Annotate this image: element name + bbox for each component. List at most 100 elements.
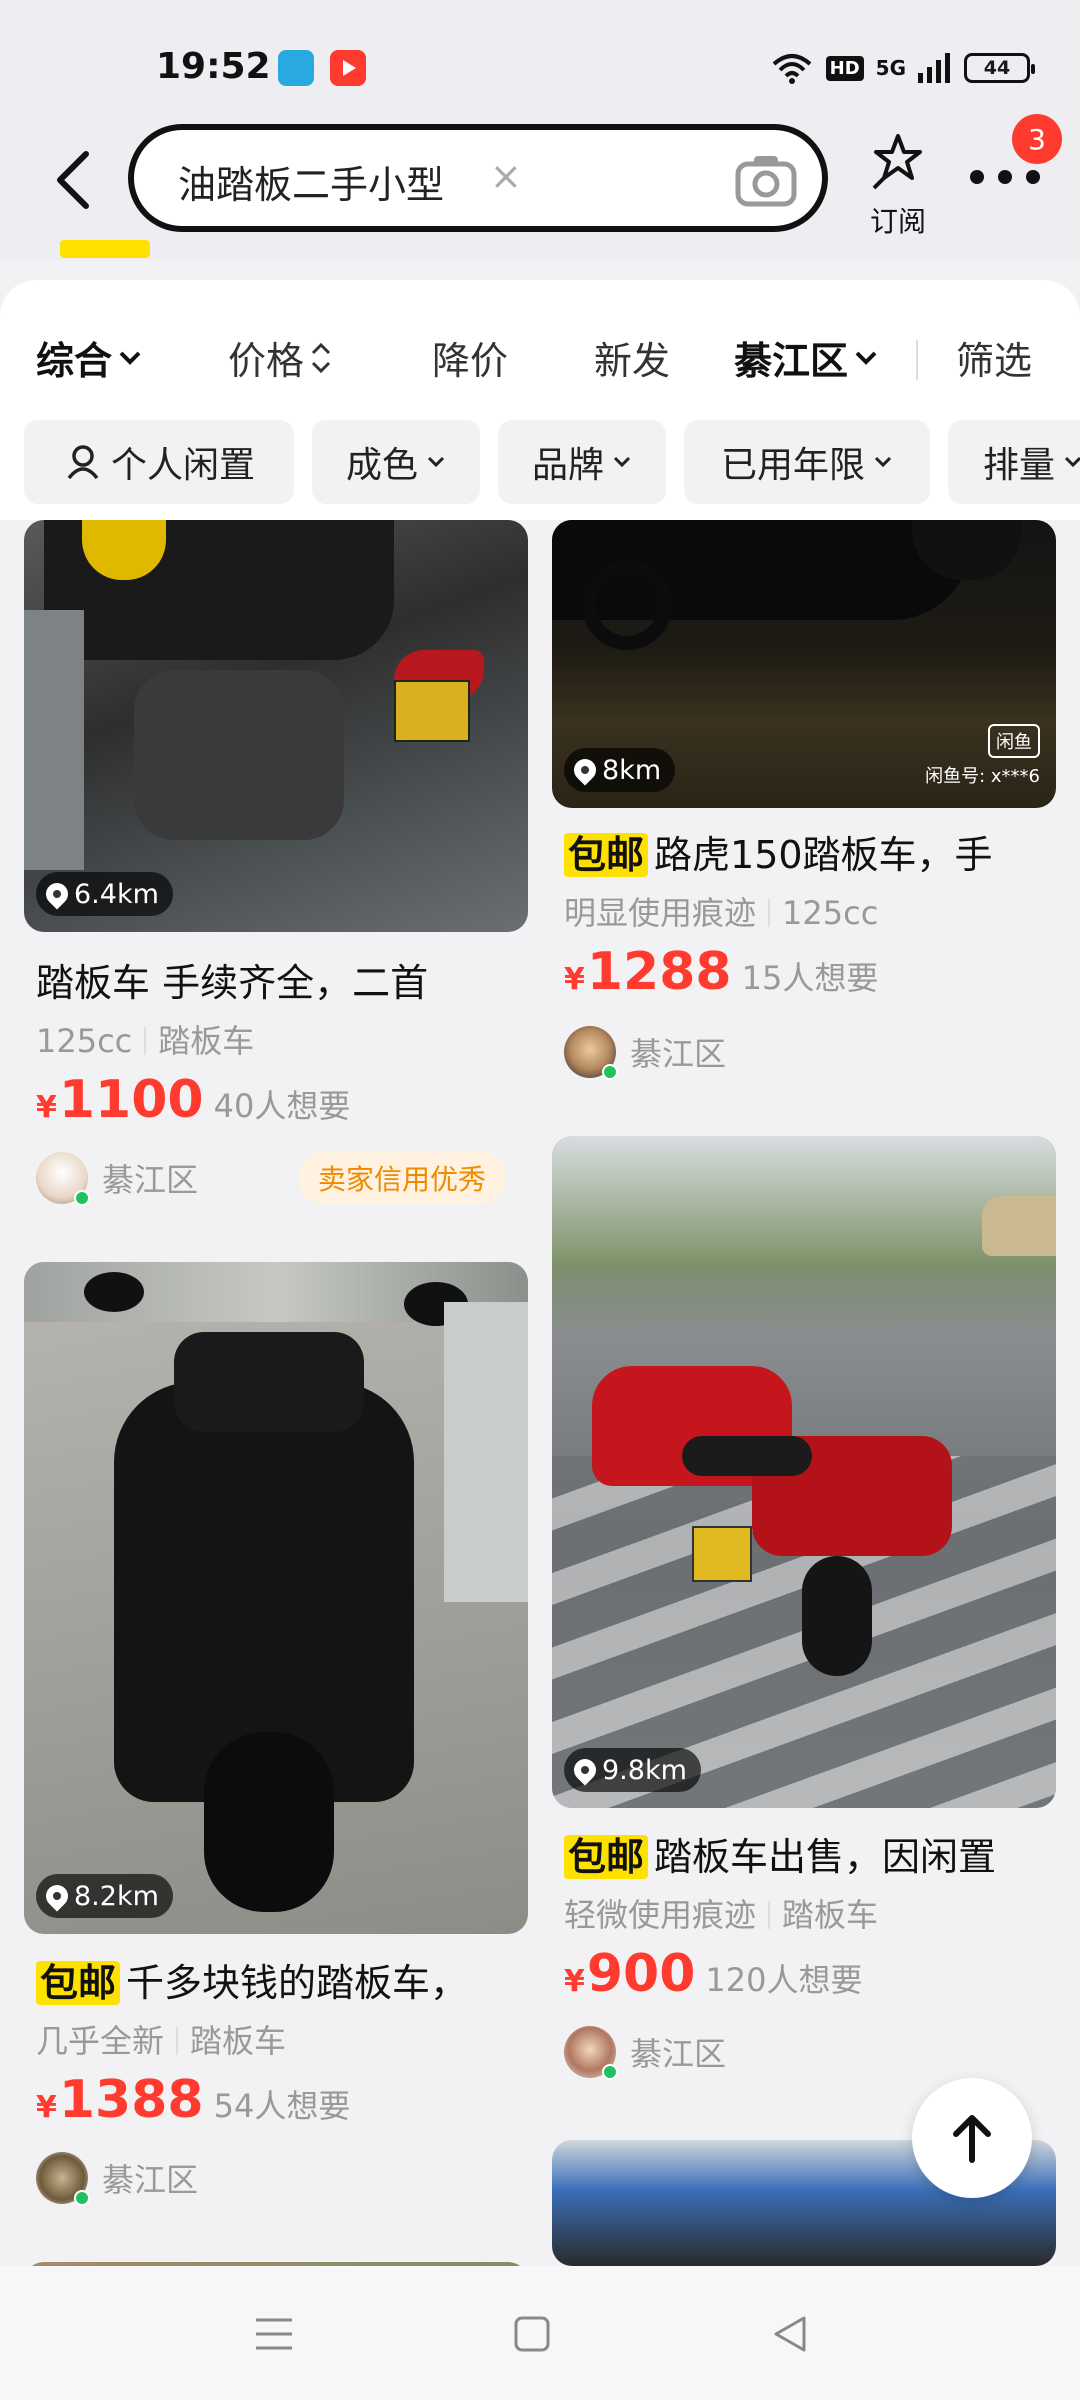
- filter-chips: 个人闲置 成色 品牌 已用年限 排量: [0, 420, 1080, 504]
- sort-tab-label: 新发: [594, 339, 671, 383]
- seller-info[interactable]: 綦江区: [36, 1150, 198, 1206]
- chevron-down-icon: [1064, 456, 1080, 468]
- sort-tab-label: 降价: [432, 339, 509, 383]
- clear-search-button[interactable]: ×: [490, 154, 522, 198]
- listing-card[interactable]: 8km 闲鱼 闲鱼号: x***6 包邮 路虎150踏板车，手 明显使用痕迹 125…: [552, 520, 1056, 1090]
- free-shipping-badge: 包邮: [564, 833, 649, 877]
- tag: 踏板车: [782, 1896, 879, 1934]
- signal-icon: [918, 53, 950, 83]
- price-value: 1388: [58, 2070, 204, 2130]
- filter-button[interactable]: 筛选: [956, 330, 1032, 385]
- listing-photo[interactable]: 6.4km: [24, 520, 528, 932]
- avatar[interactable]: [36, 1152, 90, 1206]
- chip-displacement[interactable]: 排量: [948, 420, 1080, 504]
- seller-info[interactable]: 綦江区: [564, 1024, 726, 1080]
- sort-tab-label: 综合: [36, 339, 113, 383]
- price-value: 1288: [586, 942, 732, 1002]
- sort-tab-price[interactable]: 价格: [228, 330, 332, 385]
- tag-separator: [768, 1901, 771, 1929]
- sort-updown-icon: [311, 342, 331, 373]
- chip-label: 品牌: [531, 445, 604, 486]
- location-pin-icon: [569, 1754, 601, 1786]
- avatar[interactable]: [564, 1026, 618, 1080]
- chip-brand[interactable]: 品牌: [498, 420, 666, 504]
- tag: 几乎全新: [36, 2022, 165, 2060]
- chip-condition[interactable]: 成色: [312, 420, 480, 504]
- chip-years-used[interactable]: 已用年限: [684, 420, 930, 504]
- distance-badge: 8.2km: [36, 1874, 173, 1918]
- subscribe-button[interactable]: 订阅: [862, 126, 934, 238]
- free-shipping-badge: 包邮: [564, 1835, 649, 1879]
- distance-text: 8.2km: [74, 1880, 159, 1912]
- chevron-down-icon: [855, 351, 877, 365]
- free-shipping-badge: 包邮: [36, 1961, 121, 2005]
- status-bar: 19:52 HD 5G 44: [0, 0, 1080, 120]
- chevron-down-icon: [427, 456, 445, 468]
- network-type: 5G: [875, 56, 906, 80]
- listing-price: ¥ 1288 15人想要: [564, 942, 878, 1002]
- nav-back-button[interactable]: [760, 2306, 820, 2362]
- listing-feed[interactable]: 6.4km 踏板车 手续齐全，二首 125cc 踏板车 ¥ 1100 40人想要 …: [0, 520, 1080, 2266]
- distance-text: 9.8km: [602, 1754, 687, 1786]
- seller-info[interactable]: 綦江区: [36, 2150, 198, 2206]
- more-options-button[interactable]: [970, 162, 1040, 192]
- listing-price: ¥ 900 120人想要: [564, 1944, 863, 2004]
- chevron-down-icon: [119, 351, 141, 365]
- tag-separator: [144, 1027, 147, 1055]
- listing-card[interactable]: 6.4km 踏板车 手续齐全，二首 125cc 踏板车 ¥ 1100 40人想要 …: [24, 520, 528, 1220]
- back-button[interactable]: [42, 144, 102, 216]
- region-text: 綦江区: [630, 1035, 727, 1073]
- wants-count: 54人想要: [213, 2087, 351, 2125]
- price-value: 900: [586, 1944, 696, 2004]
- region-text: 綦江区: [102, 1161, 199, 1199]
- online-dot: [74, 2190, 90, 2206]
- avatar[interactable]: [564, 2026, 618, 2080]
- listing-price: ¥ 1100 40人想要: [36, 1070, 350, 1130]
- nav-menu-button[interactable]: [244, 2306, 304, 2362]
- listing-photo[interactable]: 8km 闲鱼 闲鱼号: x***6: [552, 520, 1056, 808]
- listing-title-text: 路虎150踏板车，手: [654, 833, 993, 877]
- watermark-text: 闲鱼号: x***6: [925, 766, 1040, 787]
- online-dot: [74, 1190, 90, 1206]
- currency-symbol: ¥: [36, 1090, 57, 1125]
- home-square-icon: [514, 2316, 550, 2352]
- sort-tab-region[interactable]: 綦江区: [734, 330, 878, 385]
- search-input[interactable]: 油踏板二手小型 ×: [128, 124, 828, 232]
- sort-tab-new[interactable]: 新发: [594, 330, 670, 385]
- listing-tags: 明显使用痕迹 125cc: [564, 888, 878, 934]
- price-value: 1100: [58, 1070, 204, 1130]
- back-triangle-icon: [774, 2316, 806, 2352]
- location-pin-icon: [569, 754, 601, 786]
- listing-photo[interactable]: 9.8km: [552, 1136, 1056, 1808]
- chip-personal-idle[interactable]: 个人闲置: [24, 420, 294, 504]
- sort-tab-comprehensive[interactable]: 综合: [36, 330, 142, 385]
- scroll-to-top-button[interactable]: [912, 2078, 1032, 2198]
- currency-symbol: ¥: [564, 962, 585, 997]
- listing-title[interactable]: 包邮 路虎150踏板车，手: [564, 824, 1056, 879]
- nav-home-button[interactable]: [502, 2306, 562, 2362]
- listing-card[interactable]: 8.2km 包邮 千多块钱的踏板车， 几乎全新 踏板车 ¥ 1388 54人想要 綦…: [24, 1262, 528, 2212]
- dot-icon: [1026, 170, 1040, 184]
- listing-title[interactable]: 包邮 踏板车出售，因闲置: [564, 1826, 1056, 1881]
- camera-icon[interactable]: [734, 152, 798, 208]
- listing-tags: 轻微使用痕迹 踏板车: [564, 1890, 878, 1936]
- tag: 125cc: [782, 894, 879, 932]
- seller-info[interactable]: 綦江区: [564, 2024, 726, 2080]
- avatar[interactable]: [36, 2152, 90, 2206]
- tag: 踏板车: [158, 1022, 255, 1060]
- wants-count: 40人想要: [213, 1087, 351, 1125]
- tag-separator: [176, 2027, 179, 2055]
- tag: 轻微使用痕迹: [564, 1896, 757, 1934]
- sort-tab-price-drop[interactable]: 降价: [432, 330, 508, 385]
- region-text: 綦江区: [630, 2035, 727, 2073]
- currency-symbol: ¥: [36, 2090, 57, 2125]
- listing-title[interactable]: 踏板车 手续齐全，二首: [36, 952, 528, 1007]
- distance-badge: 9.8km: [564, 1748, 701, 1792]
- listing-card[interactable]: 9.8km 包邮 踏板车出售，因闲置 轻微使用痕迹 踏板车 ¥ 900 120人想要…: [552, 1136, 1056, 2086]
- listing-title[interactable]: 包邮 千多块钱的踏板车，: [36, 1952, 528, 2007]
- listing-tags: 125cc 踏板车: [36, 1016, 254, 1062]
- tag: 125cc: [36, 1022, 133, 1060]
- listing-photo[interactable]: 8.2km: [24, 1262, 528, 1934]
- xianyu-logo: 闲鱼: [988, 724, 1040, 758]
- menu-icon: [256, 2318, 292, 2350]
